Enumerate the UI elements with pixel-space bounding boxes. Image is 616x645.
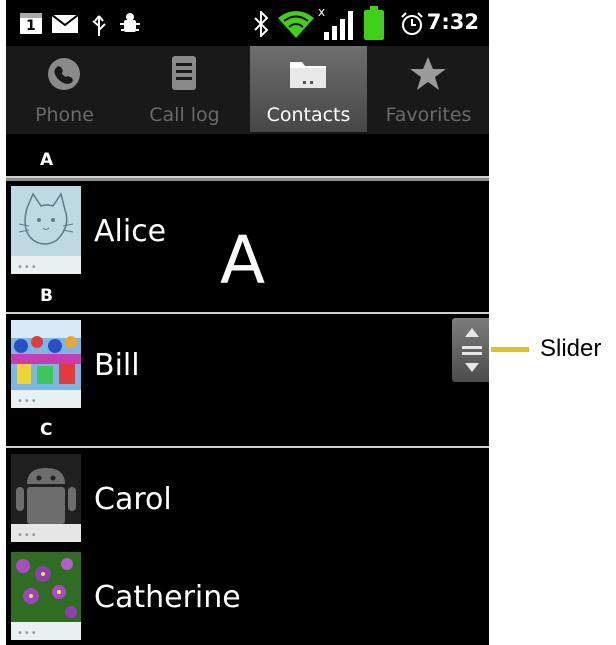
battery-icon: [364, 6, 384, 40]
tab-favorites-label: Favorites: [385, 104, 472, 126]
tab-contacts-label: Contacts: [266, 104, 351, 126]
fast-scroll-letter: A: [220, 222, 266, 299]
star-icon: [410, 57, 446, 90]
tab-call-log[interactable]: Call log: [126, 46, 243, 132]
call-log-icon: [172, 56, 196, 90]
alarm-icon: [401, 12, 423, 35]
usb-icon: [92, 15, 106, 36]
section-letter: B: [40, 286, 53, 306]
debug-icon: [120, 13, 140, 32]
contact-photo[interactable]: •••: [11, 186, 81, 274]
tab-phone[interactable]: Phone: [6, 46, 123, 132]
tab-underline: [6, 178, 489, 181]
section-header-a: A: [6, 146, 489, 178]
flowers-photo: [11, 552, 81, 622]
contact-name: Catherine: [94, 580, 241, 615]
contact-photo[interactable]: •••: [11, 454, 81, 542]
contact-name: Carol: [94, 482, 172, 517]
status-time: 7:32: [426, 10, 479, 34]
calendar-icon: 1: [20, 13, 42, 34]
callout-label: Slider: [540, 335, 602, 362]
android-default-avatar: [11, 454, 81, 524]
contact-row-catherine[interactable]: ••• Catherine: [6, 550, 489, 645]
contact-row-bill[interactable]: ••• Bill: [6, 318, 489, 414]
contacts-icon: [290, 62, 326, 88]
phone-screen: 1 x 7:32 Phone Call log Contacts Favorit…: [6, 0, 489, 645]
calendar-day: 1: [26, 18, 36, 34]
phone-icon: [48, 58, 80, 90]
signal-icon: x: [318, 6, 353, 40]
fast-scroll-slider[interactable]: [452, 318, 489, 382]
contact-name: Bill: [94, 348, 140, 383]
photo-dots: •••: [17, 530, 38, 541]
contact-row-carol[interactable]: ••• Carol: [6, 452, 489, 548]
svg-text:x: x: [318, 6, 325, 19]
bluetooth-icon: [254, 11, 269, 37]
photo-dots: •••: [17, 628, 38, 639]
section-letter: C: [40, 420, 53, 440]
tab-contacts[interactable]: Contacts: [250, 46, 367, 132]
contact-photo[interactable]: •••: [11, 320, 81, 408]
wifi-icon: [278, 11, 314, 38]
section-letter: A: [40, 150, 54, 170]
slider-grip-icon: [462, 328, 482, 372]
tab-favorites[interactable]: Favorites: [370, 46, 487, 132]
contact-name: Alice: [94, 214, 167, 249]
callout-line: [491, 347, 529, 352]
contact-photo[interactable]: •••: [11, 552, 81, 640]
tab-bar: Phone Call log Contacts Favorites: [6, 46, 489, 181]
cat-sketch-photo: [11, 186, 81, 256]
status-bar: 1 x 7:32: [6, 0, 489, 46]
tab-call-log-label: Call log: [149, 104, 220, 126]
section-header-c: C: [6, 416, 489, 448]
mail-icon: [52, 15, 78, 33]
tab-phone-label: Phone: [35, 104, 94, 126]
photo-dots: •••: [17, 396, 38, 407]
colorful-art-photo: [11, 320, 81, 390]
photo-dots: •••: [17, 262, 38, 273]
